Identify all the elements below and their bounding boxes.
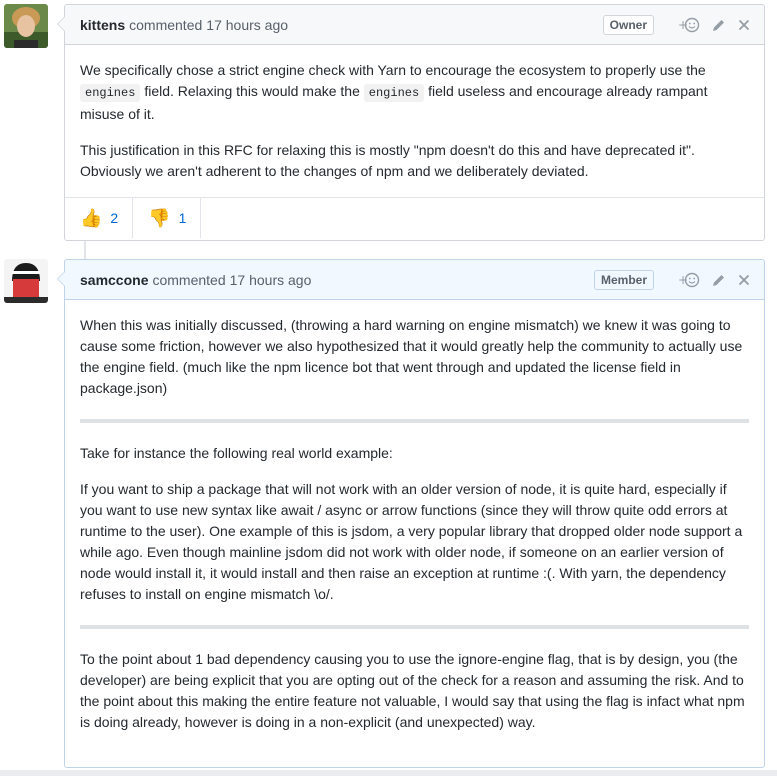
text-span: We specifically chose a strict engine ch… <box>80 62 706 78</box>
edit-pencil-icon[interactable] <box>712 273 726 287</box>
reaction-count: 2 <box>110 210 119 226</box>
reaction-count: 1 <box>178 210 187 226</box>
text-span: field. Relaxing this would make the <box>144 83 360 99</box>
add-reaction-icon[interactable]: + <box>678 272 700 288</box>
comment-paragraph: If you want to ship a package that will … <box>80 481 743 602</box>
reaction-thumbs-down[interactable]: 👎 1 <box>133 198 202 238</box>
thumbs-down-icon: 👎 <box>148 207 171 228</box>
close-icon[interactable] <box>738 274 750 286</box>
comment-paragraph: To the point about 1 bad dependency caus… <box>80 651 745 730</box>
inline-code: engines <box>363 84 425 102</box>
inline-code: engines <box>80 84 141 102</box>
comment-paragraph: This justification in this RFC for relax… <box>80 142 695 179</box>
avatar-kittens[interactable] <box>4 4 48 48</box>
comment-header: kittens commented 17 hours ago Owner + <box>65 5 764 45</box>
edit-pencil-icon[interactable] <box>712 18 726 32</box>
comment-time[interactable]: 17 hours ago <box>206 17 288 33</box>
comment-action: commented <box>129 16 203 33</box>
comment-body: We specifically chose a strict engine ch… <box>65 45 764 182</box>
add-reaction-icon[interactable]: + <box>678 17 700 33</box>
owner-badge: Owner <box>602 14 654 35</box>
comment-header: samccone commented 17 hours ago Member + <box>65 260 764 300</box>
bottom-divider <box>0 770 777 776</box>
thumbs-up-icon: 👍 <box>80 207 103 228</box>
comment-kittens: kittens commented 17 hours ago Owner + W… <box>57 4 765 241</box>
comment-time[interactable]: 17 hours ago <box>230 272 312 288</box>
horizontal-rule <box>80 419 749 423</box>
avatar-samccone[interactable] <box>4 259 48 303</box>
comment-samccone: samccone commented 17 hours ago Member +… <box>57 259 765 768</box>
horizontal-rule <box>80 625 749 629</box>
timeline-line <box>84 240 86 260</box>
svg-text:+: + <box>678 18 688 32</box>
comment-body: When this was initially discussed, (thro… <box>65 300 764 733</box>
reaction-thumbs-up[interactable]: 👍 2 <box>65 198 134 238</box>
comment-paragraph: Take for instance the following real wor… <box>80 445 393 461</box>
comment-author[interactable]: samccone <box>80 272 148 288</box>
comment-paragraph: We specifically chose a strict engine ch… <box>80 60 749 125</box>
comment-action: commented <box>152 271 226 288</box>
comment-paragraph: When this was initially discussed, (thro… <box>80 317 743 396</box>
member-badge: Member <box>593 269 654 290</box>
svg-text:+: + <box>678 273 688 287</box>
comment-author[interactable]: kittens <box>80 17 125 33</box>
reactions-bar: 👍 2 👎 1 <box>65 197 764 238</box>
close-icon[interactable] <box>738 19 750 31</box>
